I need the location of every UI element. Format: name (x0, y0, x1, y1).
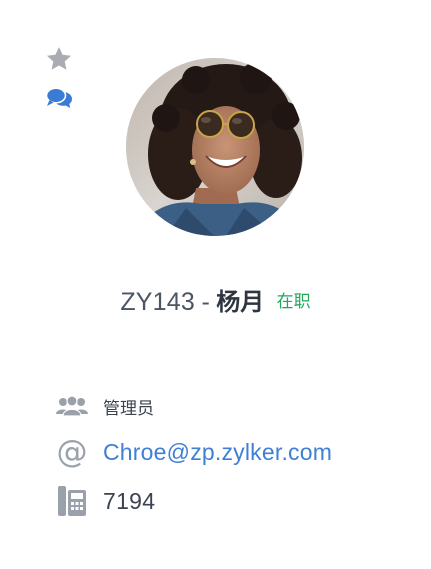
role-row: 管理员 (55, 388, 415, 424)
side-actions (44, 44, 76, 124)
chat-button[interactable] (44, 84, 74, 114)
avatar-photo (126, 58, 304, 236)
name-row: ZY143 - 杨月 在职 (0, 282, 431, 317)
employee-id: ZY143 (120, 288, 195, 316)
employee-profile-card: ZY143 - 杨月 在职 管理员 @ Chroe@zp.zylker.com … (0, 0, 431, 569)
role-label: 管理员 (103, 398, 154, 419)
name-separator: - (201, 288, 210, 316)
desk-phone-icon (55, 484, 89, 518)
contact-info: 管理员 @ Chroe@zp.zylker.com 7194 (55, 388, 415, 524)
at-sign-icon: @ (56, 433, 88, 470)
favorite-button[interactable] (44, 44, 74, 74)
phone-extension[interactable]: 7194 (103, 488, 155, 515)
email-link[interactable]: Chroe@zp.zylker.com (103, 439, 332, 466)
employment-status-badge: 在职 (276, 292, 311, 312)
phone-row: 7194 (55, 478, 415, 524)
people-group-icon (55, 395, 89, 417)
chat-bubbles-icon (45, 87, 72, 108)
employee-name: 杨月 (216, 288, 265, 316)
star-icon (46, 47, 72, 70)
avatar (126, 58, 304, 236)
email-row: @ Chroe@zp.zylker.com (55, 428, 415, 476)
